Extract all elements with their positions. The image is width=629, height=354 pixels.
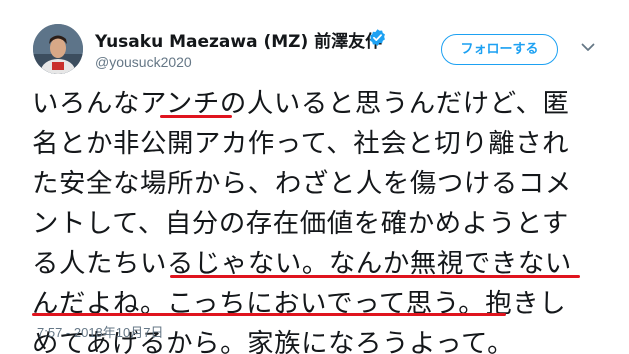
- tweet-line: んだよね。こっちにおいでって思う。抱きし: [32, 288, 567, 319]
- chevron-down-icon[interactable]: [579, 38, 597, 56]
- verified-badge-icon: [370, 29, 385, 46]
- tweet-timestamp[interactable]: 7:57 - 2018年10月7日: [37, 322, 163, 341]
- avatar[interactable]: [33, 24, 83, 74]
- red-underline-hug-line1: [170, 275, 580, 278]
- avatar-image: [33, 24, 83, 74]
- tweet-line: いろんなアンチの人いると思うんだけど、匿: [32, 88, 570, 119]
- tweet-line: 名とか非公開アカ作って、社会と切り離され: [32, 128, 570, 159]
- user-handle[interactable]: @yousuck2020: [95, 54, 192, 70]
- red-underline-anti: [160, 115, 232, 118]
- display-name[interactable]: Yusaku Maezawa (MZ) 前澤友作: [95, 27, 382, 52]
- tweet-line: る人たちいるじゃない。なんか無視できない: [32, 248, 572, 279]
- tweet-line: ントして、自分の存在価値を確かめようとす: [32, 208, 569, 239]
- follow-button[interactable]: フォローする: [441, 34, 558, 65]
- tweet-card: Yusaku Maezawa (MZ) 前澤友作 @yousuck2020 フォ…: [0, 0, 629, 354]
- red-underline-hug-line2: [32, 313, 506, 316]
- tweet-line: た安全な場所から、わざと人を傷つけるコメ: [32, 168, 572, 199]
